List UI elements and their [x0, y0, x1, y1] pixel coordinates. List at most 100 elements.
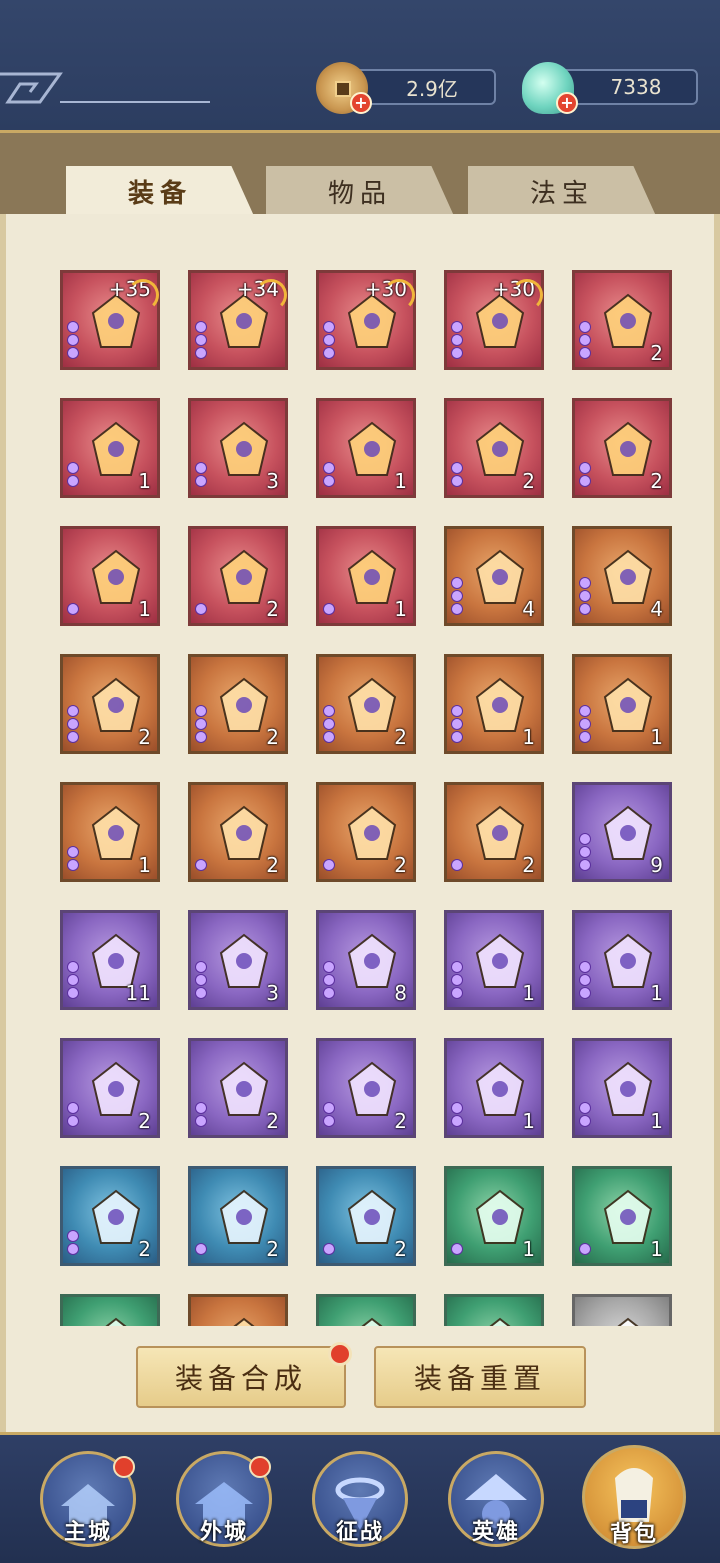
nav-campaign[interactable]: 征战: [312, 1451, 408, 1547]
inventory-slot[interactable]: [188, 1294, 288, 1326]
inventory-slot[interactable]: 2: [60, 654, 160, 754]
tab-items[interactable]: 物品: [266, 166, 454, 216]
meander-ornament: [0, 72, 210, 104]
coin-amount: 2.9亿: [406, 76, 458, 101]
inventory-grid[interactable]: +35 +34 +30 +30 2 1 3 1 2 2 1 2 1 4 4 2 2 2 1 1 1 2 2 2 9 11 3 8 1 1 2…: [6, 214, 714, 1326]
star-beads: [323, 859, 335, 871]
star-bead-icon: [195, 731, 207, 743]
inventory-slot[interactable]: 2: [444, 782, 544, 882]
inventory-slot[interactable]: +30: [444, 270, 544, 370]
inventory-slot[interactable]: 1: [572, 910, 672, 1010]
star-bead-icon: [579, 347, 591, 359]
inventory-slot[interactable]: 3: [188, 910, 288, 1010]
inventory-slot[interactable]: 8: [316, 910, 416, 1010]
item-count: 2: [394, 853, 407, 877]
inventory-slot[interactable]: 1: [572, 1166, 672, 1266]
inventory-slot[interactable]: 2: [188, 1038, 288, 1138]
inventory-slot[interactable]: +30: [316, 270, 416, 370]
star-bead-icon: [67, 1115, 79, 1127]
tab-equipment[interactable]: 装备: [66, 166, 254, 216]
inventory-slot[interactable]: 1: [60, 398, 160, 498]
inventory-slot[interactable]: 2: [316, 782, 416, 882]
star-beads: [67, 462, 79, 487]
inventory-slot[interactable]: 2: [188, 654, 288, 754]
tab-treasures[interactable]: 法宝: [468, 166, 656, 216]
star-bead-icon: [323, 961, 335, 973]
inventory-slot[interactable]: 1: [444, 1038, 544, 1138]
nav-main-city[interactable]: 主城: [40, 1451, 136, 1547]
star-bead-icon: [67, 462, 79, 474]
star-beads: [67, 705, 79, 743]
item-count: 4: [650, 597, 663, 621]
inventory-slot[interactable]: 2: [572, 270, 672, 370]
inventory-slot[interactable]: [316, 1294, 416, 1326]
inventory-slot[interactable]: 4: [444, 526, 544, 626]
star-bead-icon: [67, 974, 79, 986]
inventory-slot[interactable]: [572, 1294, 672, 1326]
inventory-slot[interactable]: 1: [316, 526, 416, 626]
inventory-slot[interactable]: 1: [316, 398, 416, 498]
item-count: 1: [394, 469, 407, 493]
star-beads: [451, 577, 463, 615]
tab-equipment-label: 装备: [127, 178, 192, 209]
nav-outer-city[interactable]: 外城: [176, 1451, 272, 1547]
inventory-slot[interactable]: [444, 1294, 544, 1326]
nav-backpack[interactable]: 背包: [582, 1445, 686, 1549]
item-count: 1: [522, 725, 535, 749]
inventory-slot[interactable]: 2: [188, 526, 288, 626]
inventory-slot[interactable]: 1: [444, 910, 544, 1010]
add-coins-button[interactable]: +: [350, 92, 372, 114]
reset-equipment-button[interactable]: 装备重置: [374, 1346, 586, 1408]
item-count: 2: [650, 341, 663, 365]
inventory-slot[interactable]: 2: [572, 398, 672, 498]
inventory-slot[interactable]: 1: [60, 782, 160, 882]
star-bead-icon: [195, 347, 207, 359]
star-beads: [323, 961, 335, 999]
inventory-slot[interactable]: 2: [316, 1038, 416, 1138]
inventory-slot[interactable]: 2: [60, 1166, 160, 1266]
star-beads: [195, 1102, 207, 1127]
item-count: 4: [522, 597, 535, 621]
star-bead-icon: [323, 987, 335, 999]
inventory-slot[interactable]: 2: [188, 1166, 288, 1266]
star-bead-icon: [579, 846, 591, 858]
inventory-slot[interactable]: 1: [60, 526, 160, 626]
star-beads: [579, 961, 591, 999]
star-bead-icon: [451, 603, 463, 615]
item-count: 2: [522, 469, 535, 493]
star-bead-icon: [451, 961, 463, 973]
star-bead-icon: [67, 1243, 79, 1255]
star-bead-icon: [579, 577, 591, 589]
item-count: 2: [394, 725, 407, 749]
inventory-slot[interactable]: +34: [188, 270, 288, 370]
star-bead-icon: [579, 1115, 591, 1127]
item-count: 3: [266, 469, 279, 493]
inventory-slot[interactable]: 9: [572, 782, 672, 882]
star-bead-icon: [67, 718, 79, 730]
nav-main-city-label: 主城: [63, 1520, 112, 1545]
synthesize-equipment-button[interactable]: 装备合成: [136, 1346, 346, 1408]
inventory-slot[interactable]: 11: [60, 910, 160, 1010]
inventory-slot[interactable]: [60, 1294, 160, 1326]
inventory-slot[interactable]: 1: [572, 654, 672, 754]
item-count: 1: [138, 469, 151, 493]
add-gems-button[interactable]: +: [556, 92, 578, 114]
nav-hero[interactable]: 英雄: [448, 1451, 544, 1547]
inventory-slot[interactable]: 2: [444, 398, 544, 498]
inventory-slot[interactable]: 1: [444, 654, 544, 754]
nav-hero-label: 英雄: [471, 1520, 520, 1545]
inventory-slot[interactable]: 1: [444, 1166, 544, 1266]
inventory-slot[interactable]: 1: [572, 1038, 672, 1138]
inventory-slot[interactable]: 3: [188, 398, 288, 498]
star-beads: [451, 961, 463, 999]
nav-outer-city-label: 外城: [199, 1520, 248, 1545]
star-bead-icon: [323, 859, 335, 871]
item-count: 1: [650, 725, 663, 749]
inventory-slot[interactable]: +35: [60, 270, 160, 370]
inventory-slot[interactable]: 2: [316, 1166, 416, 1266]
inventory-slot[interactable]: 4: [572, 526, 672, 626]
inventory-slot[interactable]: 2: [316, 654, 416, 754]
star-bead-icon: [195, 462, 207, 474]
inventory-slot[interactable]: 2: [60, 1038, 160, 1138]
inventory-slot[interactable]: 2: [188, 782, 288, 882]
